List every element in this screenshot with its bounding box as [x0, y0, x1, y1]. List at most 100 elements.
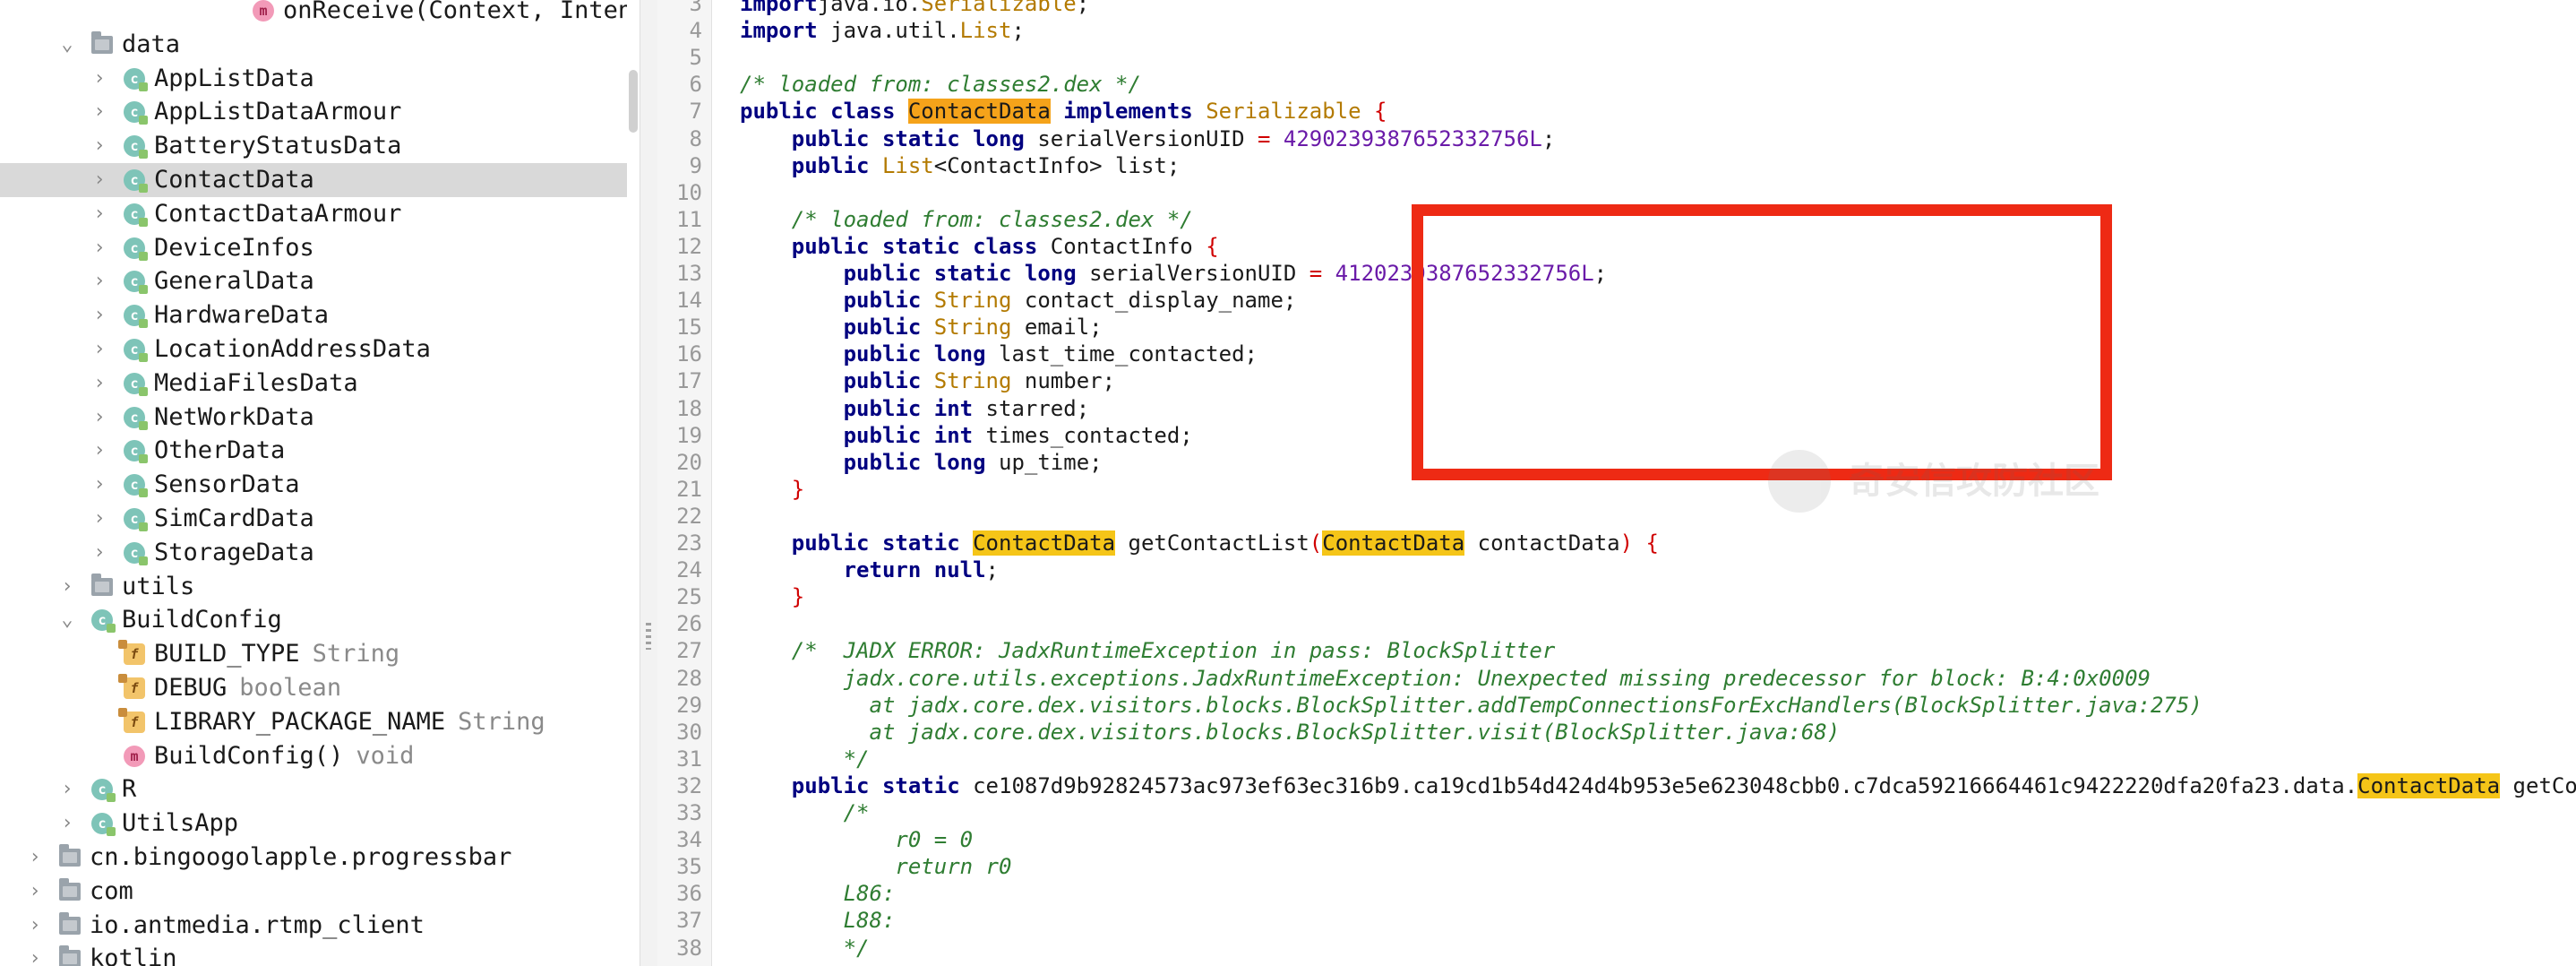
chevron-right-icon[interactable]: › — [90, 468, 109, 502]
tree-row[interactable]: › c LocationAddressData — [0, 332, 627, 367]
chevron-right-icon[interactable]: › — [90, 536, 109, 570]
folder-icon — [91, 31, 113, 54]
code-line[interactable]: 23 public static ContactData getContactL… — [657, 530, 2576, 556]
code-line[interactable]: 34 r0 = 0 — [657, 826, 2576, 853]
tree-row[interactable]: › io.antmedia.rtmp_client — [0, 909, 627, 943]
chevron-right-icon[interactable]: › — [57, 806, 77, 841]
code-text: /* loaded from: classes2.dex */ — [740, 71, 1141, 98]
chevron-right-icon[interactable]: › — [90, 62, 109, 96]
tree-row-label: SensorData — [154, 468, 300, 502]
tree-row[interactable]: f DEBUG boolean — [0, 671, 627, 705]
code-line[interactable]: 27 /* JADX ERROR: JadxRuntimeException i… — [657, 637, 2576, 664]
tree-row[interactable]: › c R — [0, 772, 627, 806]
code-line[interactable]: 38 */ — [657, 935, 2576, 962]
code-line[interactable]: 8 public static long serialVersionUID = … — [657, 125, 2576, 152]
tree-row[interactable]: › c ContactData — [0, 163, 627, 197]
tree-row[interactable]: › c SimCardData — [0, 502, 627, 536]
code-line[interactable]: 36 L86: — [657, 880, 2576, 907]
code-token: public — [843, 315, 922, 340]
chevron-right-icon[interactable]: › — [90, 231, 109, 265]
tree-row[interactable]: m BuildConfig() void — [0, 739, 627, 773]
code-line[interactable]: 32 public static ce1087d9b92824573ac973e… — [657, 772, 2576, 799]
code-token: public int — [843, 423, 974, 448]
chevron-down-icon[interactable]: ⌄ — [57, 28, 77, 62]
tree-scrollbar[interactable] — [629, 70, 638, 133]
tree-row[interactable]: › c AppListDataArmour — [0, 95, 627, 129]
code-line[interactable]: 31 */ — [657, 746, 2576, 772]
code-line[interactable]: 37 L88: — [657, 907, 2576, 934]
tree-row[interactable]: › c OtherData — [0, 434, 627, 468]
tree-row[interactable]: › c SensorData — [0, 468, 627, 502]
tree-row[interactable]: › c BatteryStatusData — [0, 129, 627, 163]
chevron-right-icon[interactable]: › — [90, 197, 109, 231]
tree-row[interactable]: f LIBRARY_PACKAGE_NAME String — [0, 705, 627, 739]
tree-row[interactable]: › c StorageData — [0, 536, 627, 570]
project-tree-panel[interactable]: monReceive(Context, Intent)void⌄data›cAp… — [0, 0, 627, 966]
chevron-right-icon[interactable]: › — [57, 570, 77, 604]
code-editor[interactable]: 3 importjava.io.Serializable; 4 import java… — [657, 0, 2576, 966]
chevron-down-icon[interactable]: ⌄ — [57, 603, 77, 637]
tree-row[interactable]: › c DeviceInfos — [0, 231, 627, 265]
code-line[interactable]: 9 public List<ContactInfo> list; — [657, 152, 2576, 179]
code-line[interactable]: 25 } — [657, 583, 2576, 610]
code-line[interactable]: 24 return null; — [657, 556, 2576, 583]
code-line[interactable]: 7 public class ContactData implements Ser… — [657, 98, 2576, 125]
tree-row[interactable]: › c NetWorkData — [0, 401, 627, 435]
code-line[interactable]: 5 — [657, 44, 2576, 71]
tree-row[interactable]: › c ContactDataArmour — [0, 197, 627, 231]
code-line[interactable]: 29 at jadx.core.dex.visitors.blocks.Bloc… — [657, 692, 2576, 719]
code-token: at jadx.core.dex.visitors.blocks.BlockSp… — [869, 720, 1841, 745]
splitter-grip-icon[interactable] — [646, 623, 651, 650]
chevron-right-icon[interactable]: › — [90, 502, 109, 536]
tree-row[interactable]: › c MediaFilesData — [0, 367, 627, 401]
line-number: 34 — [676, 827, 702, 852]
chevron-right-icon[interactable]: › — [90, 298, 109, 332]
code-line[interactable]: 4 import java.util.List; — [657, 17, 2576, 44]
chevron-right-icon[interactable]: › — [90, 264, 109, 298]
class-icon: c — [124, 135, 148, 159]
code-line[interactable]: 35 return r0 — [657, 853, 2576, 880]
tree-row[interactable]: › c GeneralData — [0, 264, 627, 298]
chevron-right-icon[interactable]: › — [90, 401, 109, 435]
chevron-right-icon[interactable]: › — [25, 841, 45, 875]
code-token: public static class — [791, 234, 1038, 259]
code-line[interactable]: 28 jadx.core.utils.exceptions.JadxRuntim… — [657, 665, 2576, 692]
chevron-right-icon[interactable]: › — [90, 129, 109, 163]
tree-row[interactable]: f BUILD_TYPE String — [0, 637, 627, 671]
chevron-right-icon[interactable]: › — [90, 163, 109, 197]
tree-row[interactable]: › cn.bingoogolapple.progressbar — [0, 841, 627, 875]
code-token: ) { — [1619, 530, 1659, 556]
code-line[interactable]: 22 — [657, 503, 2576, 530]
tree-row[interactable]: › com — [0, 875, 627, 909]
line-number: 21 — [676, 477, 702, 502]
chevron-right-icon[interactable]: › — [90, 434, 109, 468]
code-line[interactable]: 10 — [657, 179, 2576, 206]
code-line[interactable]: 6 /* loaded from: classes2.dex */ — [657, 71, 2576, 98]
panel-splitter[interactable] — [640, 0, 659, 966]
chevron-right-icon[interactable]: › — [90, 95, 109, 129]
code-token: String — [933, 368, 1012, 393]
tree-row[interactable]: › c UtilsApp — [0, 806, 627, 841]
tree-row[interactable]: › c AppListData — [0, 62, 627, 96]
code-line[interactable]: 30 at jadx.core.dex.visitors.blocks.Bloc… — [657, 719, 2576, 746]
tree-row-label: io.antmedia.rtmp_client — [90, 909, 425, 943]
tree-row[interactable]: › kotlin — [0, 942, 627, 966]
code-token: ContactData — [907, 99, 1051, 124]
chevron-right-icon[interactable]: › — [25, 875, 45, 909]
code-line[interactable]: 26 — [657, 610, 2576, 637]
tree-row[interactable]: › c HardwareData — [0, 298, 627, 332]
code-token: serialVersionUID — [1024, 126, 1258, 151]
tree-row[interactable]: ⌄ c BuildConfig — [0, 603, 627, 637]
chevron-right-icon[interactable]: › — [90, 332, 109, 367]
code-line[interactable]: 3 importjava.io.Serializable; — [657, 0, 2576, 17]
chevron-right-icon[interactable]: › — [90, 367, 109, 401]
chevron-right-icon[interactable]: › — [25, 942, 45, 966]
tree-row[interactable]: m onReceive(Context, Intent)void — [0, 0, 627, 28]
chevron-right-icon[interactable]: › — [57, 772, 77, 806]
chevron-right-icon[interactable]: › — [25, 909, 45, 943]
tree-row[interactable]: › utils — [0, 570, 627, 604]
tree-row[interactable]: ⌄ data — [0, 28, 627, 62]
code-line[interactable]: 33 /* — [657, 799, 2576, 826]
code-token: L86: — [843, 881, 896, 906]
